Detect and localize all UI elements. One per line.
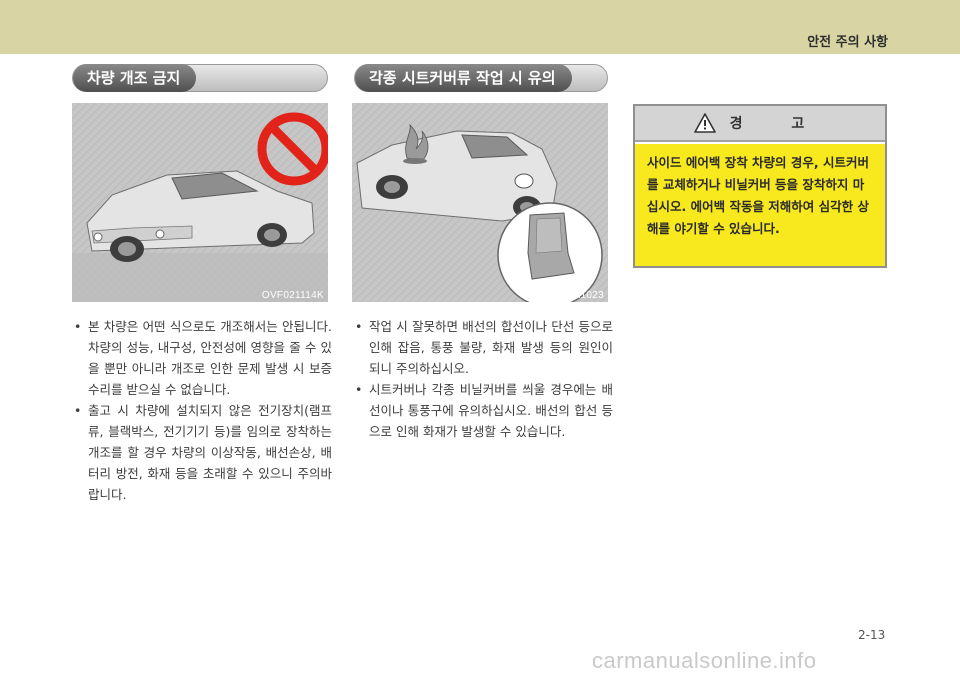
figure-seat-cover: 1JBA1023 [352, 103, 608, 302]
warning-header: 경 고 [635, 106, 885, 142]
figure-code: OVF021114K [261, 290, 324, 301]
seat-inset-icon [497, 202, 603, 302]
figure-code: 1JBA1023 [555, 290, 604, 301]
top-bar: 안전 주의 사항 [0, 0, 960, 54]
list-item: 시트커버나 각종 비닐커버를 씌울 경우에는 배선이나 통풍구에 유의하십시오.… [355, 379, 613, 442]
warning-box: 경 고 사이드 에어백 장착 차량의 경우, 시트커버를 교체하거나 비닐커버 … [633, 104, 887, 268]
page-number: 2-13 [858, 628, 886, 642]
section-header-modification: 차량 개조 금지 [72, 64, 328, 92]
warning-text: 사이드 에어백 장착 차량의 경우, 시트커버를 교체하거나 비닐커버 등을 장… [635, 144, 885, 266]
modification-notes: 본 차량은 어떤 식으로도 개조해서는 안됩니다. 차량의 성능, 내구성, 안… [74, 316, 332, 505]
warning-triangle-icon [693, 113, 716, 133]
section-title: 각종 시트커버류 작업 시 유의 [355, 64, 572, 92]
watermark: carmanualsonline.info [592, 648, 817, 673]
list-item: 작업 시 잘못하면 배선의 합선이나 단선 등으로 인해 잡음, 통풍 불량, … [355, 316, 613, 379]
warning-title: 경 고 [729, 116, 827, 132]
list-item: 본 차량은 어떤 식으로도 개조해서는 안됩니다. 차량의 성능, 내구성, 안… [74, 316, 332, 400]
chapter-title: 안전 주의 사항 [807, 35, 888, 50]
seat-cover-notes: 작업 시 잘못하면 배선의 합선이나 단선 등으로 인해 잡음, 통풍 불량, … [355, 316, 613, 442]
section-title: 차량 개조 금지 [73, 64, 197, 92]
figure-car-modification: OVF021114K [72, 103, 328, 302]
section-header-seat-cover: 각종 시트커버류 작업 시 유의 [354, 64, 608, 92]
list-item: 출고 시 차량에 설치되지 않은 전기장치(램프류, 블랙박스, 전기기기 등)… [74, 400, 332, 505]
